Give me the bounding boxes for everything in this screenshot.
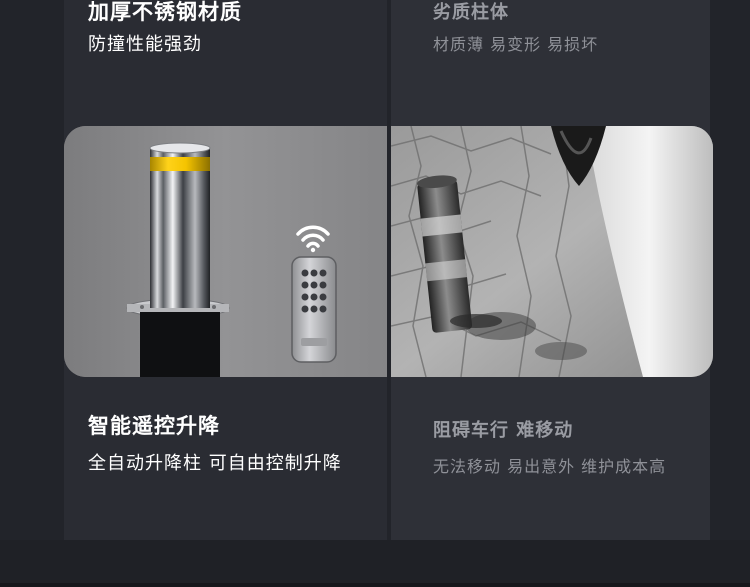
smart-remote-subtitle: 全自动升降柱 可自由控制升降 (88, 453, 342, 474)
bollard-remote-image (64, 126, 387, 377)
remote-control-icon (291, 256, 337, 363)
bent-post-photo (391, 126, 713, 377)
obstruction-heading: 阻碍车行 难移动 (433, 420, 574, 441)
footer-divider (0, 583, 750, 587)
stainless-steel-subtitle: 防撞性能强劲 (88, 34, 202, 55)
footer-band (0, 540, 750, 587)
stainless-steel-heading: 加厚不锈钢材质 (88, 0, 242, 24)
smart-remote-heading: 智能遥控升降 (88, 414, 220, 438)
inferior-post-subtitle: 材质薄 易变形 易损坏 (433, 35, 599, 54)
comparison-layout: 加厚不锈钢材质 防撞性能强劲 劣质柱体 材质薄 易变形 易损坏 智能遥控升降 全… (0, 0, 750, 587)
inferior-post-heading: 劣质柱体 (433, 2, 509, 23)
obstruction-subtitle: 无法移动 易出意外 维护成本高 (433, 457, 667, 476)
